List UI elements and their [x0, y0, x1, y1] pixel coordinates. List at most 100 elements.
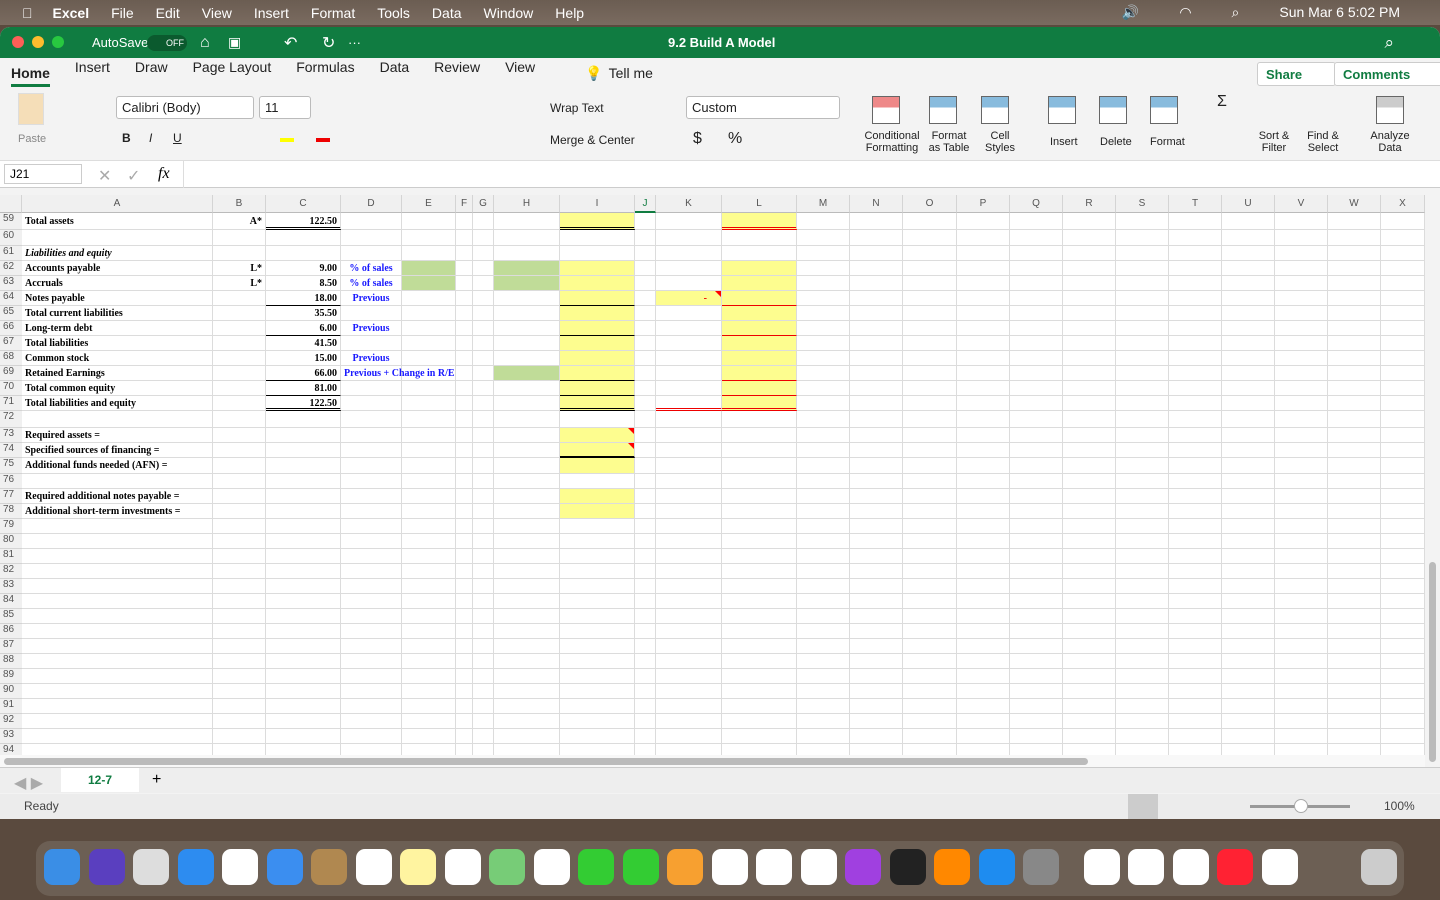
cell-R75[interactable]	[1063, 458, 1116, 474]
cell-G82[interactable]	[473, 564, 494, 579]
cell-R65[interactable]	[1063, 306, 1116, 321]
cell-S71[interactable]	[1116, 396, 1169, 411]
cell-S63[interactable]	[1116, 276, 1169, 291]
cell-P72[interactable]	[957, 411, 1010, 428]
cell-I59[interactable]	[560, 213, 635, 230]
cell-X68[interactable]	[1381, 351, 1425, 366]
cell-A69[interactable]: Retained Earnings	[22, 366, 213, 381]
cell-M91[interactable]	[797, 699, 850, 714]
cell-G77[interactable]	[473, 489, 494, 504]
comment-indicator-icon[interactable]	[715, 291, 721, 297]
cell-L78[interactable]	[722, 504, 797, 519]
menu-tools[interactable]: Tools	[377, 5, 410, 21]
cell-V87[interactable]	[1275, 639, 1328, 654]
cell-J60[interactable]	[635, 230, 656, 246]
cell-N93[interactable]	[850, 729, 903, 744]
cell-K93[interactable]	[656, 729, 722, 744]
cell-M93[interactable]	[797, 729, 850, 744]
cell-I92[interactable]	[560, 714, 635, 729]
cell-N77[interactable]	[850, 489, 903, 504]
cell-F77[interactable]	[456, 489, 473, 504]
cell-N87[interactable]	[850, 639, 903, 654]
zoom-slider-thumb[interactable]	[1294, 799, 1308, 813]
cell-K68[interactable]	[656, 351, 722, 366]
cell-D75[interactable]	[341, 458, 402, 474]
cell-P84[interactable]	[957, 594, 1010, 609]
cell-W88[interactable]	[1328, 654, 1381, 669]
cell-W80[interactable]	[1328, 534, 1381, 549]
close-button[interactable]	[12, 36, 24, 48]
cell-K72[interactable]	[656, 411, 722, 428]
cell-V94[interactable]	[1275, 744, 1328, 755]
normal-view-icon[interactable]	[1128, 794, 1158, 819]
cell-F82[interactable]	[456, 564, 473, 579]
row-header-78[interactable]: 78	[0, 504, 22, 519]
cell-F60[interactable]	[456, 230, 473, 246]
cell-X60[interactable]	[1381, 230, 1425, 246]
dock-powerpoint-icon[interactable]	[1083, 849, 1120, 885]
cell-F72[interactable]	[456, 411, 473, 428]
cell-W73[interactable]	[1328, 428, 1381, 443]
cell-Q63[interactable]	[1010, 276, 1063, 291]
cell-L73[interactable]	[722, 428, 797, 443]
cell-U71[interactable]	[1222, 396, 1275, 411]
cell-L77[interactable]	[722, 489, 797, 504]
cell-B87[interactable]	[213, 639, 266, 654]
cell-S66[interactable]	[1116, 321, 1169, 336]
cell-styles-button[interactable]: Cell Styles	[980, 130, 1020, 154]
cell-O93[interactable]	[903, 729, 957, 744]
cell-O70[interactable]	[903, 381, 957, 396]
cell-E89[interactable]	[402, 669, 456, 684]
format-cells-button[interactable]: Format	[1150, 136, 1185, 148]
cell-U62[interactable]	[1222, 261, 1275, 276]
column-header-X[interactable]: X	[1381, 195, 1425, 213]
cell-U82[interactable]	[1222, 564, 1275, 579]
document-title[interactable]: 9.2 Build A Model	[668, 35, 775, 50]
cell-N76[interactable]	[850, 474, 903, 489]
cell-O74[interactable]	[903, 443, 957, 458]
cell-W63[interactable]	[1328, 276, 1381, 291]
cell-C63[interactable]: 8.50	[266, 276, 341, 291]
format-as-table-icon[interactable]	[929, 96, 957, 124]
cell-B81[interactable]	[213, 549, 266, 564]
cell-F93[interactable]	[456, 729, 473, 744]
cell-N80[interactable]	[850, 534, 903, 549]
cell-V74[interactable]	[1275, 443, 1328, 458]
cell-O89[interactable]	[903, 669, 957, 684]
cell-V67[interactable]	[1275, 336, 1328, 351]
cell-A71[interactable]: Total liabilities and equity	[22, 396, 213, 411]
cell-H64[interactable]	[494, 291, 560, 306]
cell-L68[interactable]	[722, 351, 797, 366]
cell-H92[interactable]	[494, 714, 560, 729]
cell-A78[interactable]: Additional short-term investments =	[22, 504, 213, 519]
cell-H84[interactable]	[494, 594, 560, 609]
tab-review[interactable]: Review	[434, 59, 480, 87]
menu-data[interactable]: Data	[432, 5, 462, 21]
cell-D64[interactable]: Previous	[341, 291, 402, 306]
cell-M87[interactable]	[797, 639, 850, 654]
cell-J78[interactable]	[635, 504, 656, 519]
cell-W72[interactable]	[1328, 411, 1381, 428]
analyze-data-icon[interactable]	[1376, 96, 1404, 124]
row-header-67[interactable]: 67	[0, 336, 22, 351]
cell-C82[interactable]	[266, 564, 341, 579]
find-select-button[interactable]: Find & Select	[1302, 130, 1344, 154]
cell-F84[interactable]	[456, 594, 473, 609]
cell-Q80[interactable]	[1010, 534, 1063, 549]
cell-B83[interactable]	[213, 579, 266, 594]
cell-P78[interactable]	[957, 504, 1010, 519]
cell-P73[interactable]	[957, 428, 1010, 443]
cell-W75[interactable]	[1328, 458, 1381, 474]
bold-button[interactable]: B	[122, 131, 131, 145]
cell-W71[interactable]	[1328, 396, 1381, 411]
cell-R90[interactable]	[1063, 684, 1116, 699]
cell-F63[interactable]	[456, 276, 473, 291]
cell-T70[interactable]	[1169, 381, 1222, 396]
cell-C75[interactable]	[266, 458, 341, 474]
share-button[interactable]: Share	[1257, 62, 1337, 86]
column-header-A[interactable]: A	[22, 195, 213, 213]
cell-L89[interactable]	[722, 669, 797, 684]
cell-I74[interactable]	[560, 443, 635, 458]
cell-M88[interactable]	[797, 654, 850, 669]
cell-X71[interactable]	[1381, 396, 1425, 411]
